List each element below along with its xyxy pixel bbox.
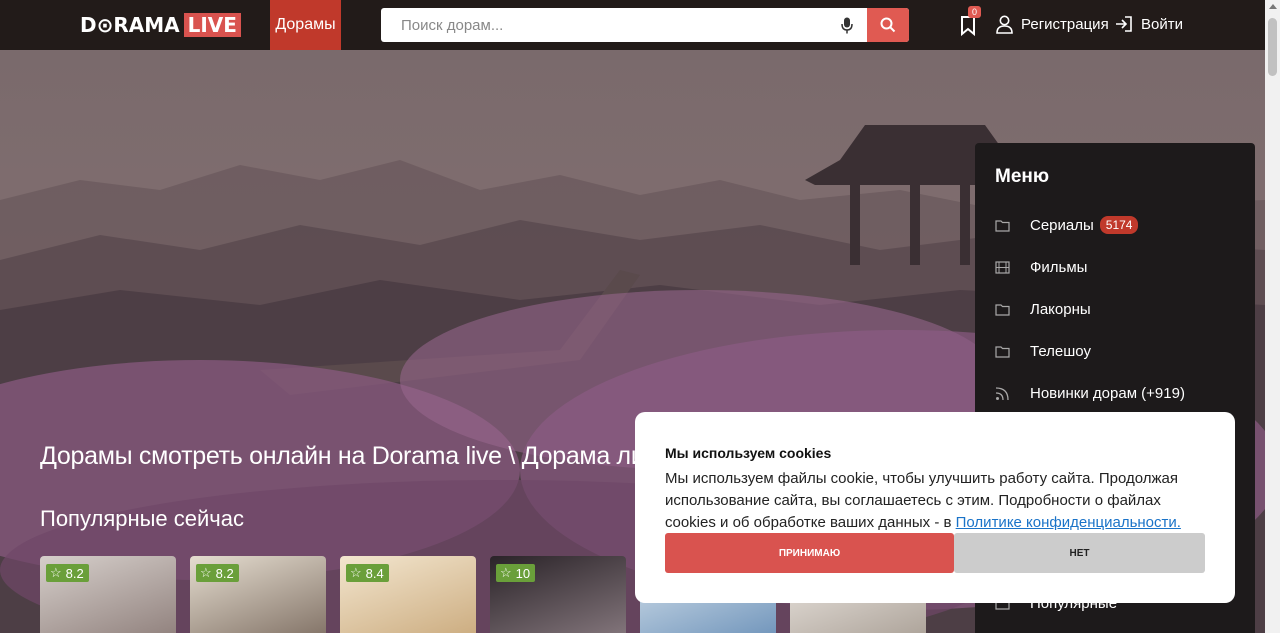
film-icon xyxy=(995,261,1010,274)
menu-item-label: Сериалы xyxy=(1030,216,1094,234)
bookmark-icon[interactable] xyxy=(958,15,980,37)
folder-icon xyxy=(995,219,1010,232)
logo-live-badge: LIVE xyxy=(183,13,241,37)
rating-value: 8.2 xyxy=(65,565,84,581)
logo-text: D⊙RAMA xyxy=(80,13,180,37)
search-input[interactable] xyxy=(381,8,827,42)
folder-icon xyxy=(995,346,1010,358)
site-logo[interactable]: D⊙RAMA LIVE xyxy=(80,13,241,37)
menu-item-label: Телешоу xyxy=(1030,343,1091,360)
register-link[interactable]: Регистрация xyxy=(996,15,1109,34)
rating-value: 10 xyxy=(515,565,531,581)
rating-badge: ☆ 8.2 xyxy=(196,564,239,582)
nav-item-dramas[interactable]: Дорамы xyxy=(270,0,341,50)
popular-section-title: Популярные сейчас xyxy=(40,506,244,531)
menu-item-label: Лакорны xyxy=(1030,301,1091,318)
search-icon xyxy=(880,17,896,33)
rating-badge: ☆ 8.2 xyxy=(46,564,89,582)
search-bar xyxy=(381,8,909,42)
page-scrollbar[interactable] xyxy=(1265,0,1280,633)
rating-badge: ☆ 10 xyxy=(496,564,536,582)
scroll-up-arrow-icon[interactable] xyxy=(1269,4,1277,9)
cookie-consent-dialog: Мы используем cookies Мы используем файл… xyxy=(635,412,1235,603)
rating-value: 8.4 xyxy=(365,565,384,581)
star-icon: ☆ xyxy=(350,565,362,580)
star-icon: ☆ xyxy=(500,565,512,580)
star-icon: ☆ xyxy=(200,565,212,580)
drama-card[interactable]: ☆ 8.4 xyxy=(340,556,476,633)
menu-title: Меню xyxy=(995,166,1050,187)
count-badge: 5174 xyxy=(1099,216,1139,234)
menu-item-lakorns[interactable]: Лакорны xyxy=(995,301,1091,318)
drama-card[interactable]: ☆ 8.2 xyxy=(190,556,326,633)
search-button[interactable] xyxy=(867,8,909,42)
menu-item-tvshows[interactable]: Телешоу xyxy=(995,343,1091,360)
login-label: Войти xyxy=(1141,15,1183,33)
menu-item-label: Фильмы xyxy=(1030,259,1088,276)
privacy-policy-link[interactable]: Политике конфиденциальности. xyxy=(956,514,1181,531)
drama-card[interactable]: ☆ 10 xyxy=(490,556,626,633)
user-icon xyxy=(996,15,1013,34)
menu-item-label: Новинки дорам (+919) xyxy=(1030,385,1185,402)
login-icon xyxy=(1116,16,1132,32)
cookie-title: Мы используем cookies xyxy=(665,445,832,461)
top-header: D⊙RAMA LIVE Дорамы 0 Регистрация Войти xyxy=(0,0,1265,50)
rss-icon xyxy=(995,387,1009,401)
decline-cookies-button[interactable]: НЕТ xyxy=(954,533,1205,573)
register-label: Регистрация xyxy=(1021,16,1109,33)
rating-badge: ☆ 8.4 xyxy=(346,564,389,582)
drama-card[interactable]: ☆ 8.2 xyxy=(40,556,176,633)
page-title: Дорамы смотреть онлайн на Dorama live \ … xyxy=(40,442,658,470)
star-icon: ☆ xyxy=(50,565,62,580)
menu-item-series[interactable]: Сериалы 5174 xyxy=(995,216,1139,234)
scroll-thumb[interactable] xyxy=(1268,18,1277,76)
microphone-icon[interactable] xyxy=(827,8,867,42)
accept-cookies-button[interactable]: ПРИНИМАЮ xyxy=(665,533,954,573)
menu-item-new-dramas[interactable]: Новинки дорам (+919) xyxy=(995,385,1185,402)
bookmarks-count-badge: 0 xyxy=(968,6,982,18)
rating-value: 8.2 xyxy=(215,565,234,581)
folder-icon xyxy=(995,304,1010,316)
menu-item-films[interactable]: Фильмы xyxy=(995,259,1087,276)
cookie-text: Мы используем файлы cookie, чтобы улучши… xyxy=(665,468,1210,534)
login-link[interactable]: Войти xyxy=(1115,15,1183,33)
